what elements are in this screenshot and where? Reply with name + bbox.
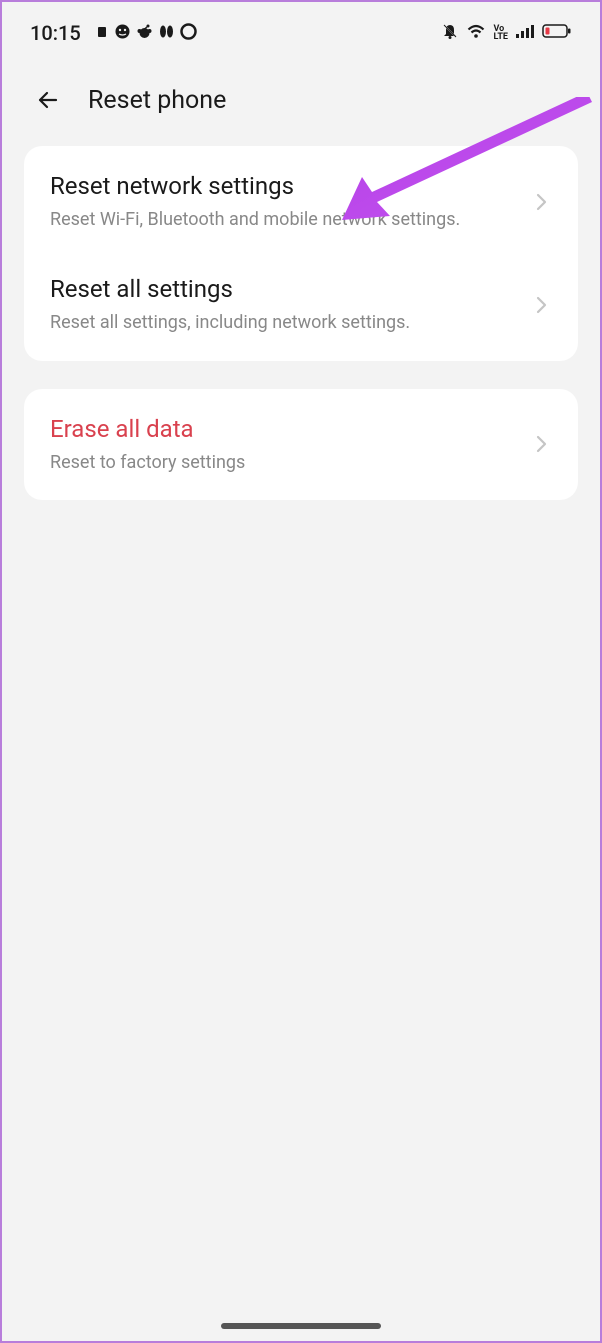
navigation-handle[interactable]	[221, 1323, 381, 1329]
chevron-right-icon	[532, 434, 552, 454]
notification-icon	[114, 23, 131, 44]
item-title: Erase all data	[50, 415, 532, 443]
settings-card-primary: Reset network settings Reset Wi-Fi, Blue…	[24, 146, 578, 361]
silent-icon	[441, 22, 459, 44]
page-title: Reset phone	[88, 86, 226, 115]
notification-icon	[180, 23, 197, 44]
reset-all-settings-item[interactable]: Reset all settings Reset all settings, i…	[24, 253, 578, 356]
reset-network-settings-item[interactable]: Reset network settings Reset Wi-Fi, Blue…	[24, 150, 578, 253]
back-button[interactable]	[32, 84, 64, 116]
notification-icon	[158, 23, 175, 44]
item-title: Reset network settings	[50, 172, 532, 200]
chevron-right-icon	[532, 295, 552, 315]
settings-card-erase: Erase all data Reset to factory settings	[24, 389, 578, 500]
item-title: Reset all settings	[50, 275, 532, 303]
notification-icon	[95, 24, 109, 43]
erase-all-data-item[interactable]: Erase all data Reset to factory settings	[24, 393, 578, 496]
chevron-right-icon	[532, 192, 552, 212]
status-time: 10:15	[30, 21, 81, 45]
item-subtitle: Reset all settings, including network se…	[50, 311, 532, 334]
reddit-icon	[136, 23, 153, 44]
status-notification-icons	[95, 23, 197, 44]
page-header: Reset phone	[2, 60, 600, 146]
status-bar-right: VoLTE	[441, 22, 572, 44]
item-subtitle: Reset to factory settings	[50, 451, 532, 474]
volte-icon: VoLTE	[493, 25, 508, 41]
status-bar: 10:15 VoLTE	[2, 2, 600, 60]
item-subtitle: Reset Wi-Fi, Bluetooth and mobile networ…	[50, 208, 532, 231]
wifi-icon	[466, 23, 486, 43]
signal-icon	[515, 23, 535, 43]
battery-icon	[542, 23, 572, 43]
status-bar-left: 10:15	[30, 21, 197, 45]
arrow-left-icon	[34, 86, 62, 114]
